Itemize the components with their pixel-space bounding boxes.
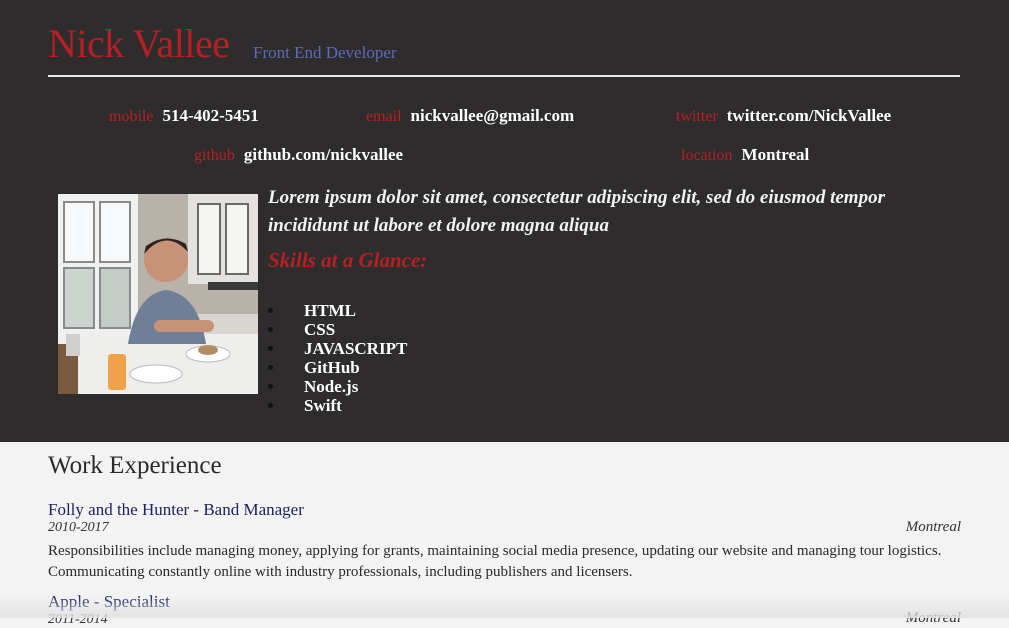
contact-location: location Montreal <box>681 145 809 165</box>
bullet-icon <box>268 308 273 313</box>
bullet-icon <box>268 403 273 408</box>
scroll-fade <box>0 596 1009 618</box>
skill-label: HTML <box>304 301 356 320</box>
contact-mobile-label: mobile <box>109 108 154 125</box>
job-description: Responsibilities include managing money,… <box>48 543 942 580</box>
contact-github-label: github <box>194 147 235 164</box>
skill-label: JAVASCRIPT <box>304 339 408 358</box>
contact-email: email nickvallee@gmail.com <box>366 106 574 126</box>
bullet-icon <box>268 384 273 389</box>
bullet-icon <box>268 327 273 332</box>
skill-item: Swift <box>268 396 407 415</box>
contact-mobile: mobile 514-402-5451 <box>109 106 259 126</box>
bullet-icon <box>268 346 273 351</box>
bullet-icon <box>268 365 273 370</box>
work-experience-heading: Work Experience <box>48 452 222 479</box>
header: Nick Vallee Front End Developer mobile 51… <box>0 0 1009 442</box>
role-subtitle: Front End Developer <box>253 43 397 62</box>
job-dates: 2010-2017 <box>48 520 109 535</box>
contact-mobile-value: 514-402-5451 <box>162 106 259 125</box>
contact-twitter-label: twitter <box>676 108 718 125</box>
skills-list: HTML CSS JAVASCRIPT GitHub Node.js Swift <box>268 301 407 415</box>
skill-item: GitHub <box>268 358 407 377</box>
skill-item: Node.js <box>268 377 407 396</box>
contact-github-link[interactable]: github.com/nickvallee <box>244 145 403 164</box>
contact-github: github github.com/nickvallee <box>194 145 403 165</box>
contact-email-label: email <box>366 108 402 125</box>
contact-email-link[interactable]: nickvallee@gmail.com <box>411 106 575 125</box>
name-heading: Nick Vallee <box>48 21 230 66</box>
profile-photo-image <box>58 194 258 394</box>
skills-heading: Skills at a Glance: <box>268 248 428 272</box>
skill-label: CSS <box>304 320 336 339</box>
contact-twitter: twitter twitter.com/NickVallee <box>676 106 891 126</box>
contact-twitter-link[interactable]: twitter.com/NickVallee <box>727 106 891 125</box>
skill-item: CSS <box>268 320 407 339</box>
skill-item: HTML <box>268 301 407 320</box>
skill-label: Swift <box>304 396 342 415</box>
header-divider <box>48 75 960 77</box>
contact-location-value: Montreal <box>741 145 810 164</box>
intro-text: Lorem ipsum dolor sit amet, consectetur … <box>268 187 885 236</box>
job-location: Montreal <box>905 519 961 535</box>
skill-label: Node.js <box>304 377 359 396</box>
profile-photo <box>58 194 258 394</box>
skill-label: GitHub <box>304 358 360 377</box>
skill-item: JAVASCRIPT <box>268 339 407 358</box>
job-title: Folly and the Hunter - Band Manager <box>48 500 304 519</box>
contact-location-label: location <box>681 147 733 164</box>
